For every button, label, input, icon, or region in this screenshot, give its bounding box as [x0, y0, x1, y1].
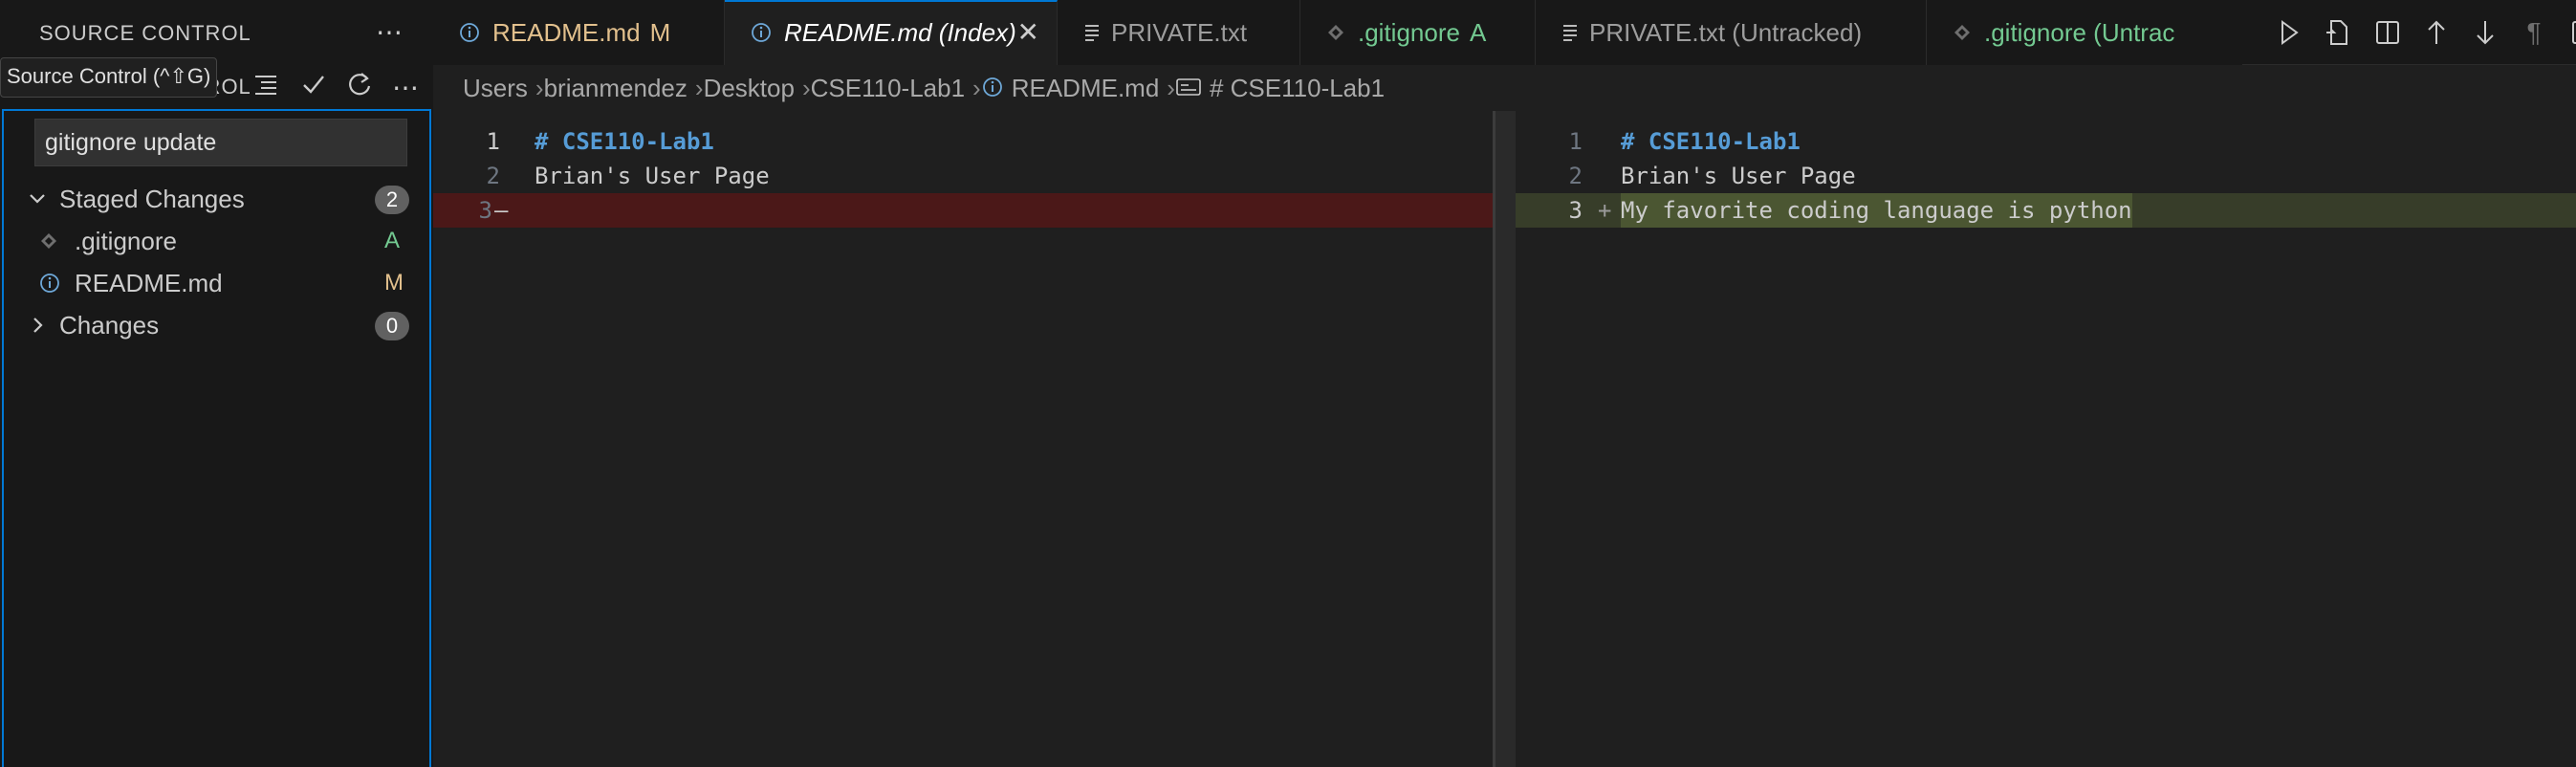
refresh-icon[interactable]: [342, 71, 377, 105]
tab-label: PRIVATE.txt (Untracked): [1589, 18, 1863, 47]
more-actions-icon[interactable]: ⋯: [388, 71, 423, 105]
breadcrumb-item[interactable]: README.md: [1012, 74, 1160, 102]
tab-label: PRIVATE.txt: [1111, 18, 1248, 47]
commit-message-input[interactable]: gitignore update: [34, 119, 407, 166]
changes-count-badge: 0: [375, 312, 409, 340]
diff-split-gutter[interactable]: [1493, 111, 1516, 767]
line-number: 3: [478, 197, 492, 224]
breadcrumb-item[interactable]: brianmendez: [544, 74, 688, 102]
tab-readme-index[interactable]: README.md (Index) ✕: [725, 0, 1058, 65]
tab-gitignore-untracked[interactable]: .gitignore (Untrac: [1927, 0, 2242, 65]
close-icon[interactable]: ✕: [1017, 2, 1039, 63]
file-status: A: [384, 228, 401, 253]
line-text: Brian's User Page: [1621, 163, 1856, 189]
file-name: .gitignore: [75, 227, 177, 255]
breadcrumb-item[interactable]: CSE110-Lab1: [811, 74, 965, 102]
code-line: 2 Brian's User Page: [433, 159, 1495, 193]
staged-count-badge: 2: [375, 186, 409, 214]
removed-marker: —: [494, 197, 509, 224]
line-number: 3: [1568, 197, 1583, 224]
split-editor-icon[interactable]: [2562, 13, 2576, 52]
code-line: 2 Brian's User Page: [1516, 159, 2576, 193]
tab-readme[interactable]: README.md M: [433, 0, 725, 65]
tab-private[interactable]: PRIVATE.txt: [1058, 0, 1300, 65]
code-line: 1 # CSE110-Lab1: [433, 124, 1495, 159]
open-file-icon[interactable]: [2319, 13, 2357, 52]
file-name: README.md: [75, 269, 223, 297]
removed-line: 3 —: [433, 193, 1495, 228]
line-number: 2: [1568, 163, 1583, 189]
breadcrumb-item[interactable]: Users: [463, 74, 528, 102]
code-line: 1 # CSE110-Lab1: [1516, 124, 2576, 159]
changes-label: Changes: [59, 311, 160, 340]
chevron-right-icon: ›: [535, 74, 544, 102]
toggle-inline-view-icon[interactable]: [2369, 13, 2407, 52]
source-control-sidebar: SOURCE CONTROL ⋯ SOURCE CONTROL Source C…: [0, 0, 433, 767]
tooltip: Source Control (^⇧G): [0, 57, 218, 98]
tab-label: .gitignore (Untrac: [1984, 18, 2175, 47]
diff-split-divider: [1493, 111, 1495, 767]
whitespace-icon[interactable]: ¶: [2515, 13, 2553, 52]
more-actions-icon[interactable]: ⋯: [375, 13, 404, 52]
chevron-right-icon: [27, 304, 50, 359]
chevron-right-icon: ›: [694, 74, 704, 102]
diamond-icon: [1952, 0, 1973, 65]
chevron-right-icon: ›: [972, 74, 981, 102]
tab-label: README.md: [492, 18, 641, 47]
line-text: # CSE110-Lab1: [535, 128, 714, 155]
inserted-line: 3 + My favorite coding language is pytho…: [1516, 193, 2576, 228]
lines-icon: [1082, 0, 1102, 65]
line-text: My favorite coding language is python: [1621, 193, 2132, 228]
changes-header[interactable]: Changes 0: [2, 304, 427, 346]
sidebar-title: SOURCE CONTROL: [39, 21, 251, 45]
line-number: 2: [486, 163, 500, 189]
staged-changes-label: Staged Changes: [59, 185, 245, 213]
line-number: 1: [1568, 128, 1583, 155]
arrow-down-icon[interactable]: [2466, 13, 2504, 52]
breadcrumb-item[interactable]: # CSE110-Lab1: [1210, 74, 1385, 102]
run-icon[interactable]: [2270, 13, 2308, 52]
info-icon: [750, 2, 773, 65]
staged-changes-header[interactable]: Staged Changes 2: [2, 178, 427, 220]
info-icon: [981, 67, 1004, 113]
list-item[interactable]: .gitignore A: [2, 220, 427, 262]
symbol-string-icon: [1175, 67, 1202, 113]
view-as-tree-icon[interactable]: [249, 71, 283, 105]
tab-private-untracked[interactable]: PRIVATE.txt (Untracked): [1536, 0, 1927, 65]
breadcrumb-item[interactable]: Desktop: [704, 74, 795, 102]
lines-icon: [1561, 0, 1580, 65]
chevron-right-icon: ›: [1167, 74, 1175, 102]
diff-modified-editor[interactable]: 1 # CSE110-Lab1 2 Brian's User Page 3 + …: [1516, 111, 2576, 767]
arrow-up-icon[interactable]: [2417, 13, 2456, 52]
line-text: Brian's User Page: [535, 163, 770, 189]
list-item[interactable]: README.md M: [2, 262, 427, 304]
commit-check-icon[interactable]: [296, 71, 331, 105]
diff-original-editor[interactable]: 1 # CSE110-Lab1 2 Brian's User Page 3 —: [433, 111, 1495, 767]
tab-label: README.md (Index): [784, 18, 1016, 47]
tab-label: .gitignore: [1358, 18, 1460, 47]
line-number: 1: [486, 128, 500, 155]
tab-gitignore[interactable]: .gitignore A: [1300, 0, 1536, 65]
info-icon: [458, 0, 481, 65]
file-status: M: [384, 270, 404, 296]
tab-status: M: [649, 18, 671, 47]
diamond-icon: [1325, 0, 1346, 65]
tab-bar: README.md M README.md (Index) ✕ PRIVATE.t…: [433, 0, 2576, 65]
tab-status: A: [1469, 18, 1487, 47]
line-text: # CSE110-Lab1: [1621, 128, 1801, 155]
chevron-right-icon: ›: [801, 74, 811, 102]
breadcrumb: Users ›brianmendez ›Desktop ›CSE110-Lab1 › RE…: [433, 65, 2576, 111]
inserted-marker: +: [1598, 197, 1612, 224]
